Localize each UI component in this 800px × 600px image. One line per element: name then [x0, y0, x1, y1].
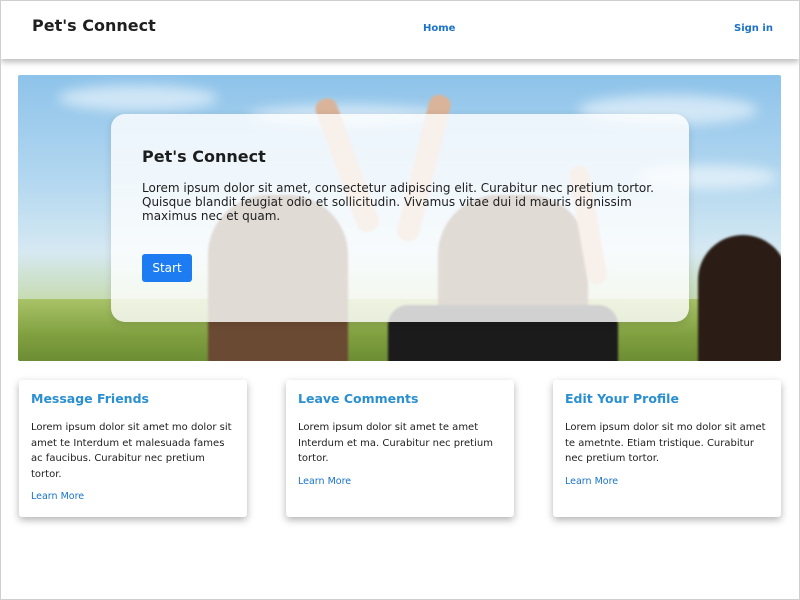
feature-card-title: Leave Comments: [298, 391, 419, 406]
feature-card-title: Edit Your Profile: [565, 391, 679, 406]
learn-more-link[interactable]: Learn More: [565, 476, 618, 487]
feature-card-message-friends: Message Friends Lorem ipsum dolor sit am…: [19, 380, 247, 517]
brand-logo[interactable]: Pet's Connect: [32, 16, 156, 35]
hero-title: Pet's Connect: [142, 147, 266, 166]
navbar: Pet's Connect Home Sign in: [1, 1, 799, 59]
feature-card-text: Lorem ipsum dolor sit amet te amet Inter…: [298, 422, 493, 464]
page: Pet's Connect Home Sign in Pet's Connect…: [0, 0, 800, 600]
hero-card: Pet's Connect Lorem ipsum dolor sit amet…: [111, 114, 689, 322]
learn-more-link[interactable]: Learn More: [298, 476, 351, 487]
feature-card-leave-comments: Leave Comments Lorem ipsum dolor sit ame…: [286, 380, 514, 517]
feature-card-edit-profile: Edit Your Profile Lorem ipsum dolor sit …: [553, 380, 781, 517]
nav-home-link[interactable]: Home: [423, 23, 455, 34]
feature-card-text: Lorem ipsum dolor sit mo dolor sit amet …: [565, 422, 766, 464]
start-button[interactable]: Start: [142, 254, 192, 282]
nav-sign-in-link[interactable]: Sign in: [734, 23, 773, 34]
feature-card-title: Message Friends: [31, 391, 149, 406]
feature-card-text: Lorem ipsum dolor sit amet mo dolor sit …: [31, 422, 232, 480]
learn-more-link[interactable]: Learn More: [31, 491, 84, 502]
hero-description: Lorem ipsum dolor sit amet, consectetur …: [142, 181, 654, 223]
